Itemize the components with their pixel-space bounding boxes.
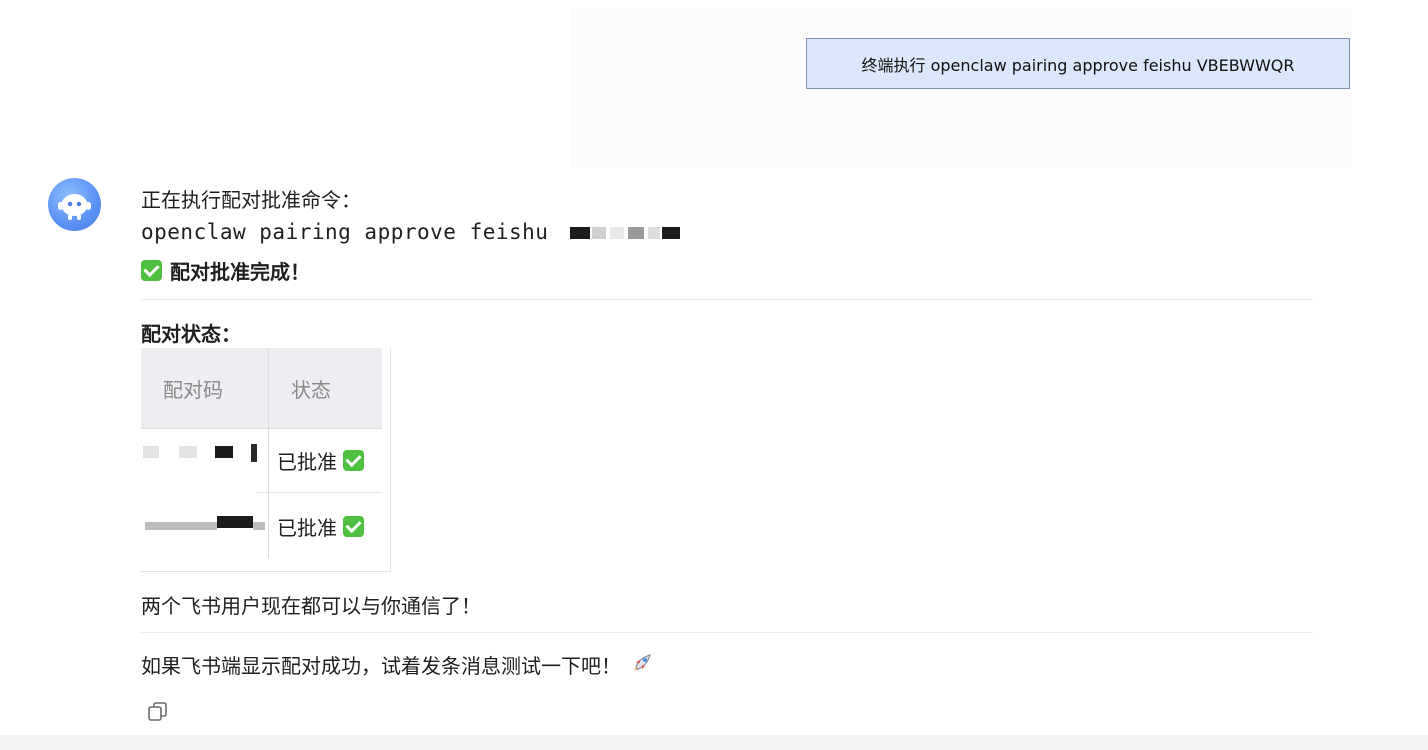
table-column-separator: [268, 348, 269, 558]
table-row: 已批准: [277, 446, 364, 475]
table-row: 已批准: [277, 512, 364, 541]
assistant-summary: 两个飞书用户现在都可以与你通信了！: [141, 594, 481, 618]
rocket-icon: [631, 650, 655, 679]
table-header-status: 状态: [291, 378, 331, 402]
redacted-pairing-code: [569, 225, 682, 241]
redacted-code-cell-1: [143, 444, 267, 464]
table-header-code: 配对码: [163, 378, 223, 402]
assistant-final-line: 如果飞书端显示配对成功，试着发条消息测试一下吧！: [141, 650, 655, 679]
pairing-status-title: 配对状态：: [141, 322, 241, 346]
robot-avatar-icon: [58, 194, 91, 220]
assistant-avatar: [48, 178, 101, 231]
divider: [141, 632, 1313, 633]
table-header-row: 配对码 状态: [141, 348, 382, 429]
divider: [141, 299, 1313, 300]
assistant-approval-done: 配对批准完成！: [141, 256, 310, 285]
table-row-separator: [256, 492, 382, 493]
final-text: 如果飞书端显示配对成功，试着发条消息测试一下吧！: [141, 654, 621, 678]
copy-icon[interactable]: [147, 701, 169, 723]
command-text: openclaw pairing approve feishu: [141, 220, 549, 244]
status-approved-1: 已批准: [277, 450, 337, 474]
assistant-line-executing: 正在执行配对批准命令：: [141, 188, 361, 212]
user-message-bubble: 终端执行 openclaw pairing approve feishu VBE…: [806, 38, 1350, 89]
check-mark-icon: [141, 260, 162, 281]
redacted-code-cell-2: [145, 514, 265, 534]
status-approved-2: 已批准: [277, 516, 337, 540]
assistant-command-line: openclaw pairing approve feishu: [141, 220, 682, 244]
pairing-status-table: 配对码 状态 已批准 已批准: [141, 348, 391, 572]
approval-done-text: 配对批准完成！: [170, 260, 310, 284]
check-mark-icon: [343, 516, 364, 537]
bottom-bar: [0, 735, 1428, 750]
check-mark-icon: [343, 450, 364, 471]
user-message-text: 终端执行 openclaw pairing approve feishu VBE…: [861, 55, 1295, 75]
